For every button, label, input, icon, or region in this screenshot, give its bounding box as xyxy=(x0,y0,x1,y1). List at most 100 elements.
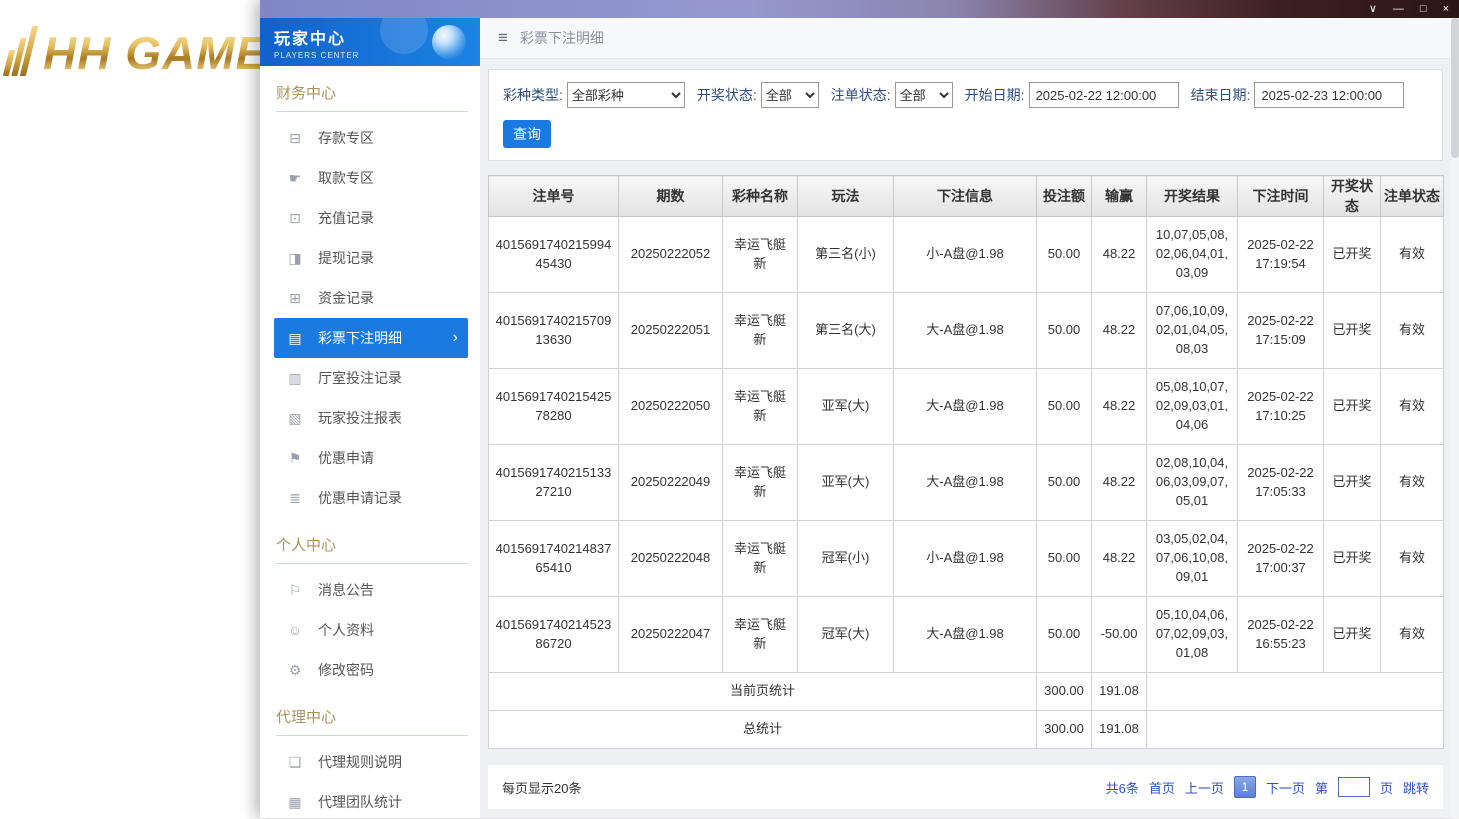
scrollbar-thumb[interactable] xyxy=(1451,18,1459,158)
end-date-filter: 结束日期: xyxy=(1191,82,1405,108)
sidebar-item-label: 取款专区 xyxy=(318,170,374,186)
sidebar-item-label: 代理规则说明 xyxy=(318,754,402,770)
cell: 2025-02-22 17:10:25 xyxy=(1237,368,1324,445)
app-window: ∨ — □ × 玩家中心 PLAYERS CENTER 财务中心 ⊟ 存款专区 ☛ 取款… xyxy=(260,0,1459,818)
sidebar: 玩家中心 PLAYERS CENTER 财务中心 ⊟ 存款专区 ☛ 取款专区 ⊡ 充值记录 ◨… xyxy=(260,18,480,818)
funds-record-icon: ⊞ xyxy=(289,289,301,306)
cell: 2025-02-22 17:19:54 xyxy=(1237,216,1324,293)
cell: 已开奖 xyxy=(1323,520,1381,597)
sidebar-item[interactable]: ▤ 彩票下注明细 › xyxy=(274,318,468,358)
cell: 03,05,02,04,07,06,10,08,09,01 xyxy=(1146,520,1238,597)
cell: 亚军(大) xyxy=(797,444,894,521)
menu-toggle-icon[interactable]: ≡ xyxy=(498,28,508,48)
summary-winloss-total: 191.08 xyxy=(1091,672,1147,711)
cell: 亚军(大) xyxy=(797,368,894,445)
cell: 已开奖 xyxy=(1323,444,1381,521)
summary-bet-total: 300.00 xyxy=(1036,710,1092,749)
lottery-type-select[interactable]: 全部彩种 xyxy=(566,82,685,108)
cell: 幸运飞艇新 xyxy=(722,292,798,369)
search-button[interactable]: 查询 xyxy=(503,120,551,148)
end-date-input[interactable] xyxy=(1254,82,1405,108)
column-header: 下注时间 xyxy=(1237,175,1324,217)
sidebar-item[interactable]: ❏ 代理规则说明 xyxy=(274,742,468,782)
sidebar-item[interactable]: ⚐ 消息公告 xyxy=(274,570,468,610)
cell: 48.22 xyxy=(1091,520,1147,597)
prev-page-link[interactable]: 上一页 xyxy=(1185,778,1224,797)
cell: 20250222047 xyxy=(618,596,723,673)
cell: 401569174021452386720 xyxy=(488,596,619,673)
draw-status-select[interactable]: 全部 xyxy=(760,82,819,108)
sidebar-item[interactable]: ☛ 取款专区 xyxy=(274,158,468,198)
cell: 48.22 xyxy=(1091,216,1147,293)
sidebar-item[interactable]: ▧ 玩家投注报表 xyxy=(274,398,468,438)
jump-page-input[interactable] xyxy=(1337,777,1370,797)
sidebar-item[interactable]: ◨ 提现记录 xyxy=(274,238,468,278)
cell: 大-A盘@1.98 xyxy=(893,596,1037,673)
next-page-link[interactable]: 下一页 xyxy=(1266,778,1305,797)
cell: 401569174021513327210 xyxy=(488,444,619,521)
jump-button[interactable]: 跳转 xyxy=(1403,778,1429,797)
sidebar-item[interactable]: ≣ 优惠申请记录 xyxy=(274,478,468,518)
cell: 02,08,10,04,06,03,09,07,05,01 xyxy=(1146,444,1238,521)
cell: 50.00 xyxy=(1036,444,1092,521)
jump-prefix-label: 第 xyxy=(1314,780,1328,796)
sidebar-item[interactable]: ⊟ 存款专区 xyxy=(274,118,468,158)
column-header: 注单状态 xyxy=(1380,175,1444,217)
section-title: 个人中心 xyxy=(276,534,468,564)
column-header: 投注额 xyxy=(1036,175,1092,217)
summary-bet-total: 300.00 xyxy=(1036,672,1092,711)
cell: 第三名(小) xyxy=(797,216,894,293)
table-row: 401569174021599445430 20250222052 幸运飞艇新 第三名… xyxy=(488,216,1444,293)
chevron-down-icon[interactable]: ∨ xyxy=(1369,3,1377,15)
withdraw-icon: ☛ xyxy=(288,169,302,186)
cell: 50.00 xyxy=(1036,520,1092,597)
column-header: 开奖状态 xyxy=(1323,175,1381,217)
hall-bet-record-icon: ▥ xyxy=(288,369,302,386)
sidebar-item-label: 优惠申请 xyxy=(318,450,374,466)
sidebar-item[interactable]: ⊞ 资金记录 xyxy=(274,278,468,318)
sidebar-item[interactable]: ☺ 个人资料 xyxy=(274,610,468,650)
order-status-select[interactable]: 全部 xyxy=(894,82,953,108)
cell: 20250222048 xyxy=(618,520,723,597)
agent-team-stats-icon: ▦ xyxy=(288,793,302,810)
cell: 50.00 xyxy=(1036,292,1092,369)
end-date-label: 结束日期: xyxy=(1190,87,1251,103)
sidebar-item-label: 存款专区 xyxy=(318,130,374,146)
cell: 大-A盘@1.98 xyxy=(893,368,1037,445)
start-date-input[interactable] xyxy=(1028,82,1179,108)
sidebar-item[interactable]: ⊡ 充值记录 xyxy=(274,198,468,238)
lottery-type-filter: 彩种类型: 全部彩种 xyxy=(503,82,685,108)
bets-table: 注单号 期数 彩种名称 玩法 下注信息 投注额 输赢 开奖结果 下注时间 开奖状态 注单状态 401… xyxy=(488,175,1444,749)
sidebar-item-label: 资金记录 xyxy=(318,290,374,306)
cell: 有效 xyxy=(1380,368,1444,445)
page-title: 彩票下注明细 xyxy=(519,30,604,46)
first-page-link[interactable]: 首页 xyxy=(1149,778,1175,797)
cell: 幸运飞艇新 xyxy=(722,216,798,293)
summary-label: 当前页统计 xyxy=(488,672,1037,711)
minimize-button[interactable]: — xyxy=(1393,3,1404,15)
sidebar-item[interactable]: ▦ 代理团队统计 xyxy=(274,782,468,818)
current-page-button[interactable]: 1 xyxy=(1233,776,1256,798)
column-header: 输赢 xyxy=(1091,175,1147,217)
draw-status-filter: 开奖状态: 全部 xyxy=(697,82,819,108)
logo-text: HH GAME xyxy=(43,27,268,79)
cell: 有效 xyxy=(1380,444,1444,521)
sidebar-item[interactable]: ▥ 厅室投注记录 xyxy=(274,358,468,398)
sidebar-item[interactable]: ⚙ 修改密码 xyxy=(274,650,468,690)
lottery-type-label: 彩种类型: xyxy=(503,87,563,103)
table-row: 401569174021570913630 20250222051 幸运飞艇新 第三名… xyxy=(488,292,1444,369)
password-gear-icon: ⚙ xyxy=(288,661,302,678)
close-button[interactable]: × xyxy=(1443,3,1449,15)
cell: 20250222051 xyxy=(618,292,723,369)
cell: 2025-02-22 17:00:37 xyxy=(1237,520,1324,597)
cell: 已开奖 xyxy=(1323,292,1381,369)
cell: 有效 xyxy=(1380,520,1444,597)
maximize-button[interactable]: □ xyxy=(1420,3,1427,15)
window-titlebar: ∨ — □ × xyxy=(260,0,1459,18)
cell: 幸运飞艇新 xyxy=(722,444,798,521)
logo-decoration-bars xyxy=(2,26,39,76)
lottery-bet-detail-icon: ▤ xyxy=(288,329,302,346)
cell: 401569174021599445430 xyxy=(488,216,619,293)
page-size-label: 每页显示20条 xyxy=(502,780,582,796)
sidebar-item[interactable]: ⚑ 优惠申请 xyxy=(274,438,468,478)
